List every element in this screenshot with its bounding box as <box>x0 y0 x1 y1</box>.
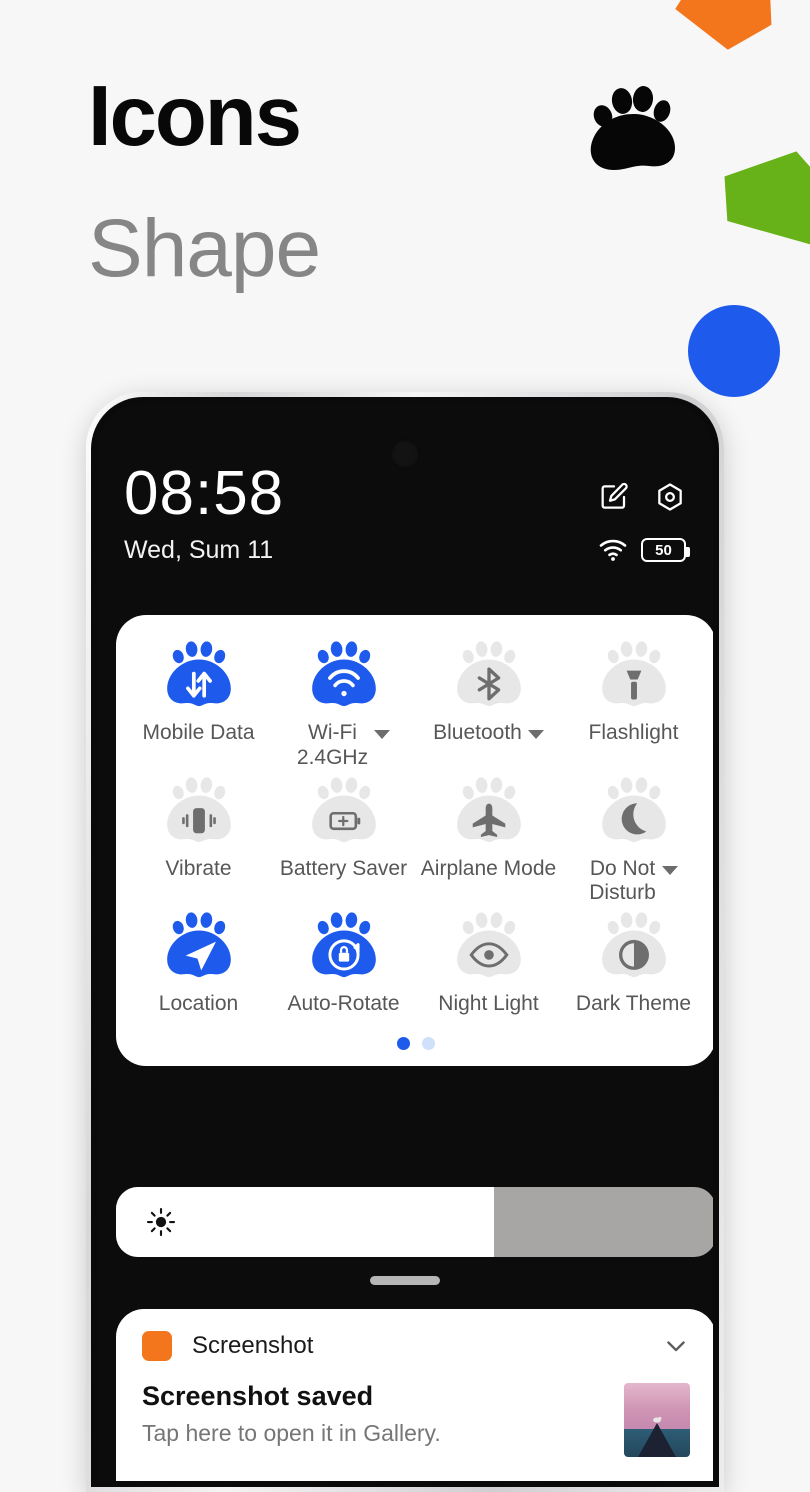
qs-tile-label: Do Not Disturb <box>589 856 656 905</box>
phone-screen: 08:58 Wed, Sum 11 50 Mobile Data Wi-Fi 2… <box>97 403 713 1481</box>
qs-tile-location[interactable]: Location <box>126 912 271 1023</box>
qs-tile-label: Vibrate <box>165 856 232 880</box>
orange-pentagon-shape <box>668 0 777 55</box>
wifi-icon <box>311 641 376 707</box>
clock-date: Wed, Sum 11 <box>124 535 274 564</box>
notification-header: Screenshot <box>142 1331 690 1361</box>
qs-tile-label-wrap: Location <box>126 992 271 1017</box>
page-subtitle: Shape <box>88 203 321 294</box>
notification-description: Tap here to open it in Gallery. <box>142 1420 441 1446</box>
qs-tile-label-wrap: Battery Saver <box>271 857 416 882</box>
qs-tile-airplane-mode[interactable]: Airplane Mode <box>416 776 561 913</box>
qs-tile-label: Airplane Mode <box>420 856 557 880</box>
screenshot-app-icon <box>142 1331 172 1361</box>
page-title: Icons <box>88 69 302 164</box>
qs-tile-bluetooth[interactable]: Bluetooth <box>416 641 561 777</box>
header-actions <box>598 465 686 513</box>
phone-mockup: 08:58 Wed, Sum 11 50 Mobile Data Wi-Fi 2… <box>86 392 724 1492</box>
auto-rotate-icon <box>311 912 376 978</box>
mobile-data-icon <box>166 641 231 707</box>
chevron-down-icon[interactable] <box>662 1332 690 1360</box>
notification-title: Screenshot saved <box>142 1381 374 1411</box>
location-arrow-icon <box>166 912 231 978</box>
qs-tile-label-wrap: Dark Theme <box>561 992 706 1017</box>
bluetooth-icon <box>456 641 521 707</box>
qs-tile-battery-saver[interactable]: Battery Saver <box>271 776 416 913</box>
edit-pencil-icon[interactable] <box>598 481 630 513</box>
quick-settings-row: Mobile Data Wi-Fi 2.4GHz Bluetooth Flashlig… <box>126 641 706 777</box>
battery-saver-icon <box>311 776 376 842</box>
notification-app-name: Screenshot <box>192 1332 314 1359</box>
airplane-icon <box>456 776 521 842</box>
wifi-icon <box>599 540 627 562</box>
qs-tile-label-wrap: Airplane Mode <box>416 857 561 882</box>
qs-tile-mobile-data[interactable]: Mobile Data <box>126 641 271 777</box>
brightness-sun-icon <box>146 1207 176 1237</box>
qs-tile-label: Dark Theme <box>575 992 692 1016</box>
qs-tile-label-wrap: Do Not Disturb <box>561 857 706 907</box>
qs-tile-auto-rotate[interactable]: Auto-Rotate <box>271 912 416 1023</box>
qs-tile-dark-theme[interactable]: Dark Theme <box>561 912 706 1023</box>
qs-tile-night-light[interactable]: Night Light <box>416 912 561 1023</box>
qs-tile-label: Night Light <box>438 992 539 1016</box>
qs-tile-label-wrap: Auto-Rotate <box>271 992 416 1017</box>
chevron-down-icon[interactable] <box>527 730 544 739</box>
qs-tile-wi-fi[interactable]: Wi-Fi 2.4GHz <box>271 641 416 777</box>
chevron-down-icon[interactable] <box>661 865 678 875</box>
qs-tile-label-wrap: Vibrate <box>126 857 271 882</box>
date-row: Wed, Sum 11 50 <box>124 535 690 565</box>
vibrate-icon <box>166 776 231 842</box>
qs-tile-label: Flashlight <box>588 721 679 744</box>
status-icons: 50 <box>598 538 690 563</box>
battery-level: 50 <box>655 541 672 559</box>
chevron-down-icon[interactable] <box>374 730 391 739</box>
qs-tile-label-wrap: Flashlight <box>561 721 706 746</box>
page-indicator-dots[interactable] <box>126 1036 706 1050</box>
qs-tile-label: Mobile Data <box>142 721 255 744</box>
clock-row: 08:58 <box>124 459 686 528</box>
qs-tile-vibrate[interactable]: Vibrate <box>126 776 271 913</box>
qs-tile-label-wrap: Mobile Data <box>126 721 271 746</box>
qs-tile-label: Location <box>158 992 239 1016</box>
clock-time: 08:58 <box>124 459 285 528</box>
qs-tile-label-wrap: Night Light <box>416 992 561 1017</box>
battery-icon: 50 <box>641 538 690 563</box>
blue-circle-shape <box>688 305 780 397</box>
page-dot[interactable] <box>397 1036 410 1050</box>
notification-text: Screenshot saved Tap here to open it in … <box>142 1381 610 1457</box>
green-pentagon-shape <box>719 145 810 246</box>
contrast-icon <box>601 912 666 978</box>
flashlight-icon <box>601 641 666 707</box>
qs-tile-label: Wi-Fi 2.4GHz <box>296 721 369 769</box>
qs-tile-do-not[interactable]: Do Not Disturb <box>561 776 706 913</box>
panel-drag-handle[interactable] <box>370 1276 440 1285</box>
hexagon-gear-icon[interactable] <box>654 481 686 513</box>
qs-tile-flashlight[interactable]: Flashlight <box>561 641 706 777</box>
qs-tile-label-wrap: Wi-Fi 2.4GHz <box>271 721 416 771</box>
status-header: 08:58 Wed, Sum 11 50 <box>97 459 713 565</box>
notification-card[interactable]: Screenshot Screenshot saved Tap here to … <box>116 1309 713 1481</box>
screenshot-thumbnail <box>624 1383 690 1457</box>
moon-icon <box>601 776 666 842</box>
paw-logo-icon <box>590 86 675 170</box>
phone-bezel: 08:58 Wed, Sum 11 50 Mobile Data Wi-Fi 2… <box>91 397 719 1487</box>
quick-settings-row: Location Auto-Rotate Night Light Dark Theme <box>126 912 706 1023</box>
notification-body: Screenshot saved Tap here to open it in … <box>142 1381 690 1457</box>
quick-settings-panel: Mobile Data Wi-Fi 2.4GHz Bluetooth Flashlig… <box>116 615 713 1066</box>
qs-tile-label: Battery Saver <box>279 856 408 880</box>
page-dot[interactable] <box>422 1036 435 1050</box>
qs-tile-label-wrap: Bluetooth <box>416 721 561 746</box>
qs-tile-label: Auto-Rotate <box>287 992 400 1016</box>
brightness-slider[interactable] <box>116 1187 713 1257</box>
qs-tile-label: Bluetooth <box>433 721 522 744</box>
quick-settings-row: Vibrate Battery Saver Airplane Mode Do Not … <box>126 776 706 913</box>
eye-icon <box>456 912 521 978</box>
